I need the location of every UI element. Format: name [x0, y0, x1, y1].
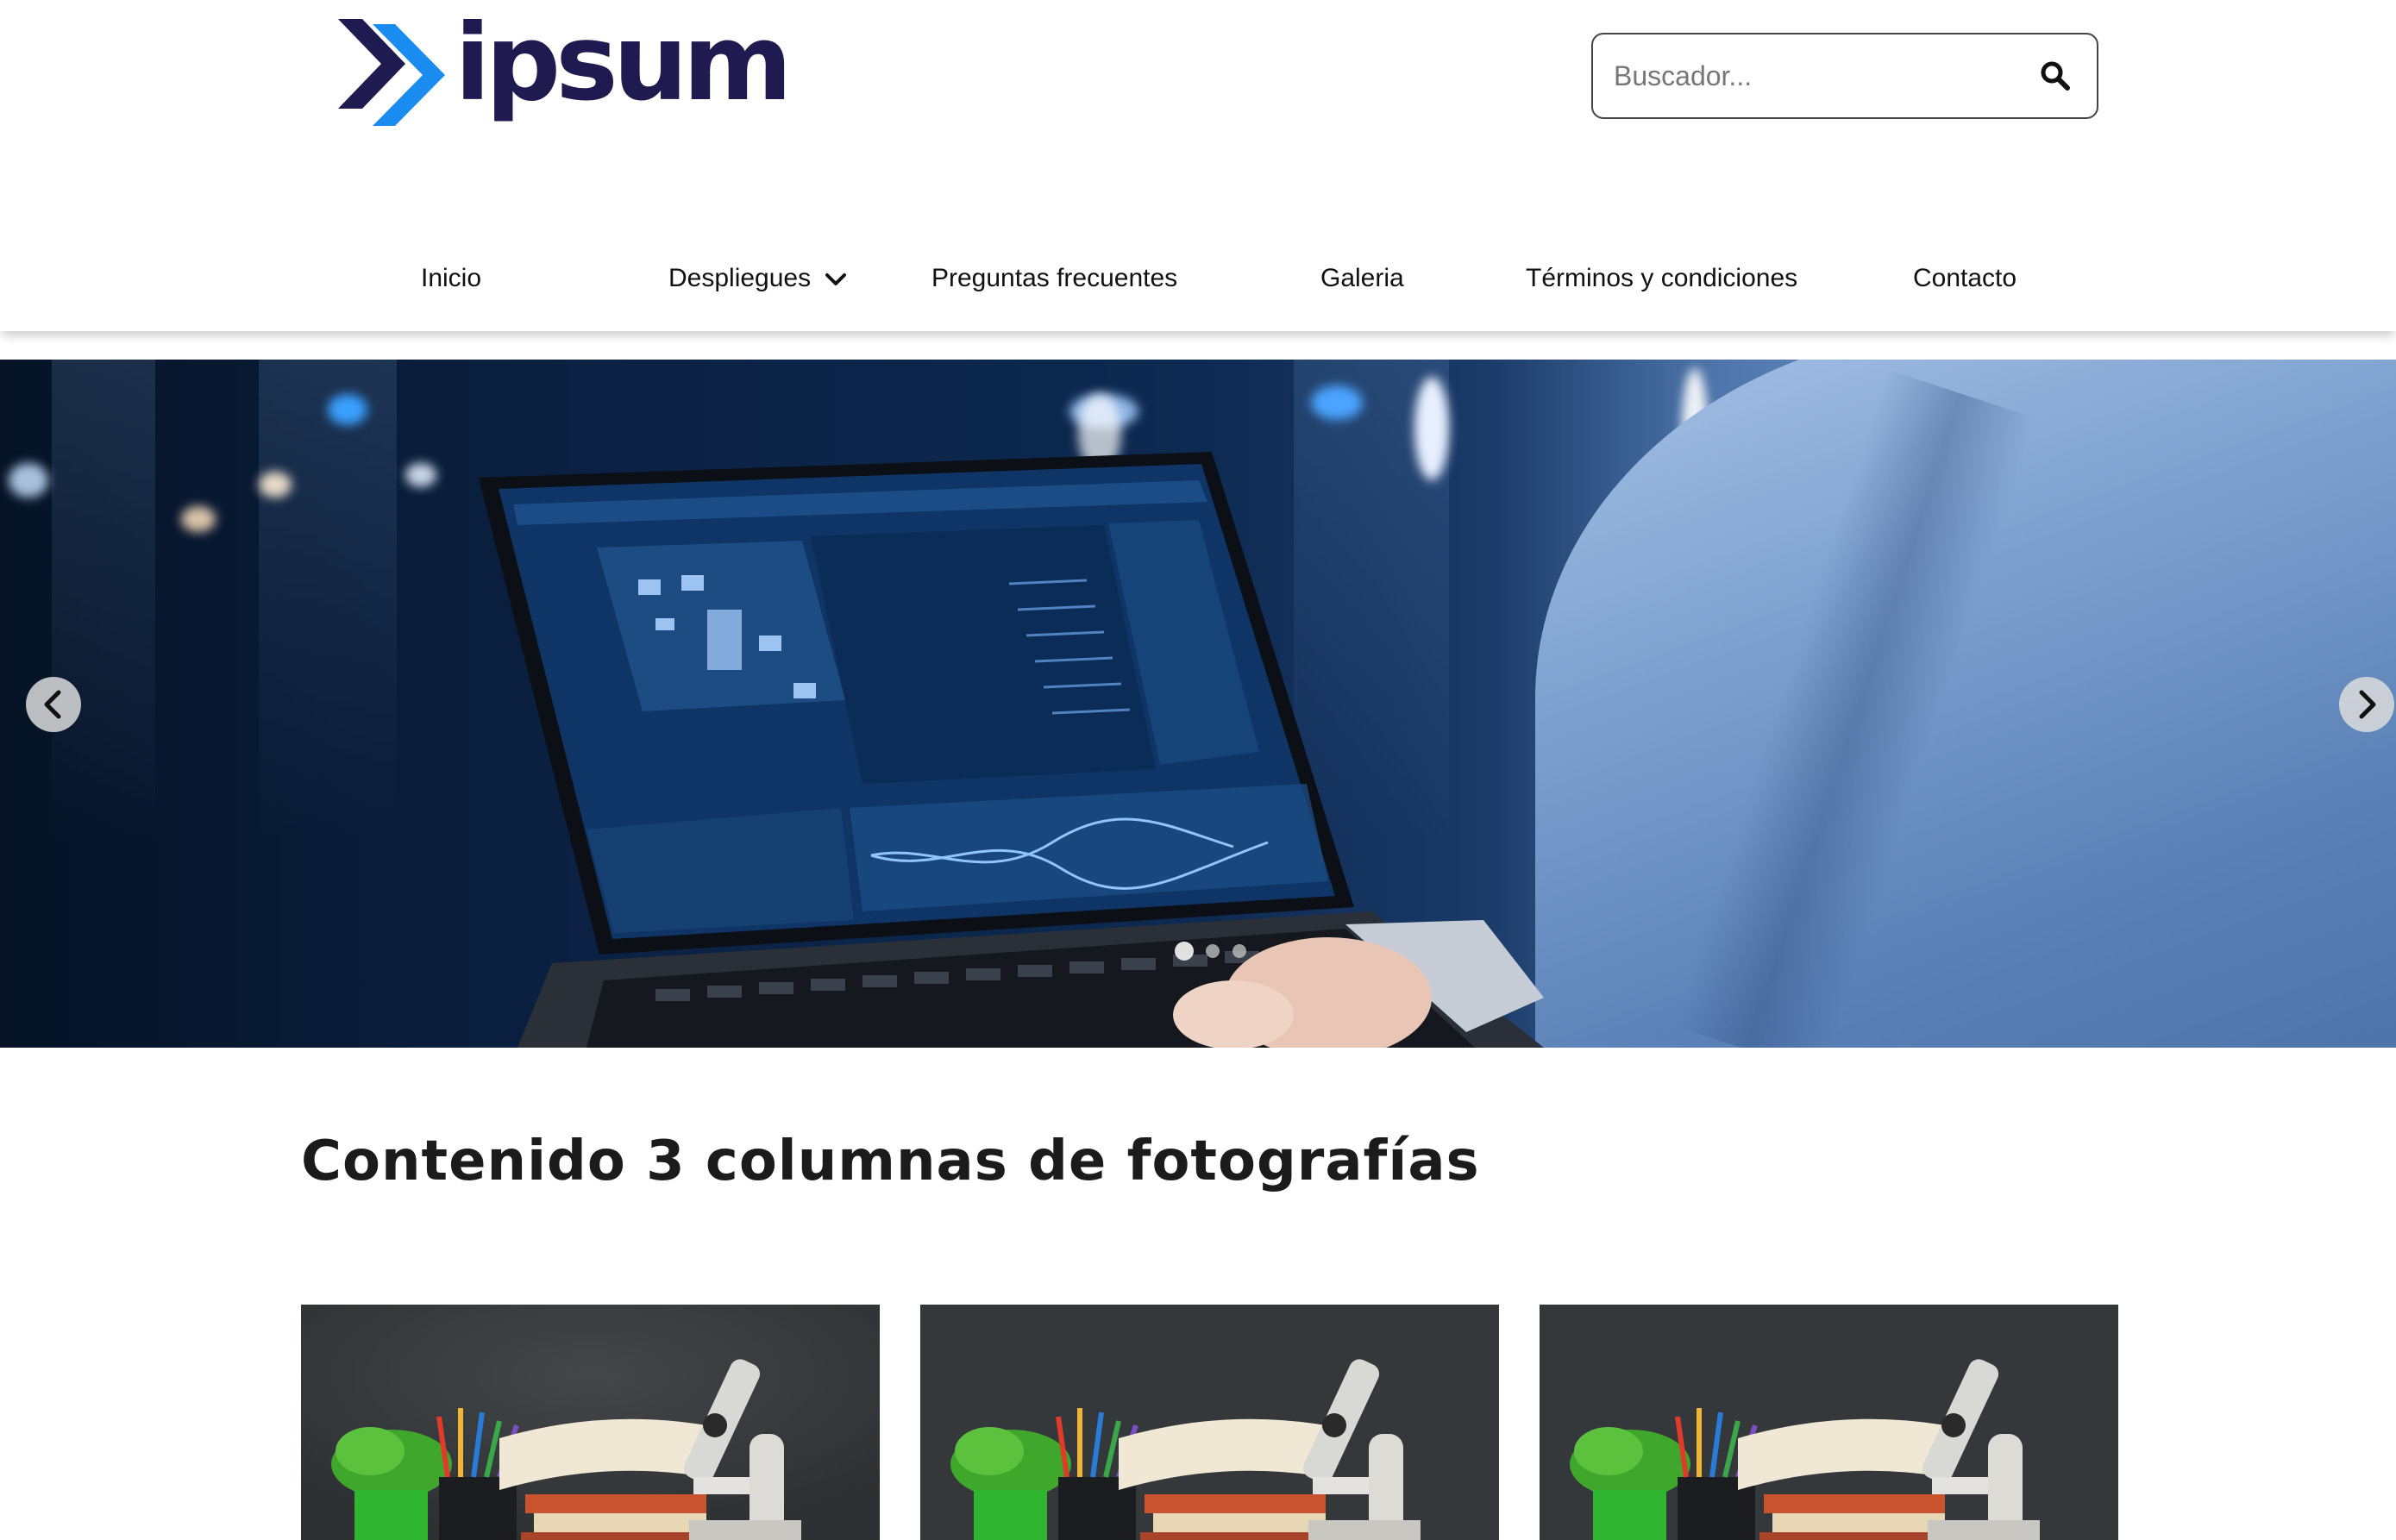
main-nav: Inicio Despliegues Preguntas frecuentes … — [0, 229, 2396, 331]
carousel-next-button[interactable] — [2339, 677, 2394, 732]
logo[interactable]: ipsum — [338, 10, 793, 157]
laptop-illustration — [479, 452, 1544, 1048]
photo-card[interactable] — [1540, 1305, 2118, 1540]
nav-item-label: Términos y condiciones — [1526, 264, 1798, 292]
nav-item-label: Contacto — [1913, 264, 2017, 292]
card-photo — [301, 1305, 880, 1540]
logo-chevrons-icon — [338, 19, 445, 126]
carousel-indicators — [1175, 942, 1255, 962]
nav-item-preguntas-frecuentes[interactable]: Preguntas frecuentes — [931, 264, 1177, 293]
search-box — [1591, 33, 2098, 119]
card-photo — [920, 1305, 1499, 1540]
search-input[interactable] — [1614, 34, 2019, 117]
photo-card[interactable] — [920, 1305, 1499, 1540]
search-icon[interactable] — [2038, 59, 2073, 93]
carousel-prev-button[interactable] — [26, 677, 81, 732]
nav-item-terminos[interactable]: Términos y condiciones — [1526, 264, 1797, 293]
chevron-right-icon — [2359, 690, 2376, 719]
carousel-dot-3[interactable] — [1232, 944, 1246, 958]
chevron-left-icon — [44, 690, 61, 719]
nav-item-label: Despliegues — [668, 264, 812, 292]
carousel-dot-1[interactable] — [1175, 942, 1194, 961]
hero-carousel — [0, 360, 2396, 1048]
nav-item-label: Inicio — [421, 264, 482, 292]
carousel-dot-2[interactable] — [1206, 944, 1220, 958]
nav-item-inicio[interactable]: Inicio — [421, 264, 481, 293]
chevron-down-icon — [825, 273, 847, 286]
nav-item-galeria[interactable]: Galeria — [1320, 264, 1404, 293]
nav-item-label: Galeria — [1320, 264, 1404, 292]
photo-card[interactable] — [301, 1305, 880, 1540]
nav-item-contacto[interactable]: Contacto — [1913, 264, 2017, 293]
logo-text: ipsum — [455, 2, 793, 124]
card-photo — [1540, 1305, 2118, 1540]
section-title: Contenido 3 columnas de fotografías — [301, 1130, 1480, 1193]
nav-item-label: Preguntas frecuentes — [931, 264, 1178, 292]
nav-item-despliegues[interactable]: Despliegues — [668, 264, 847, 293]
